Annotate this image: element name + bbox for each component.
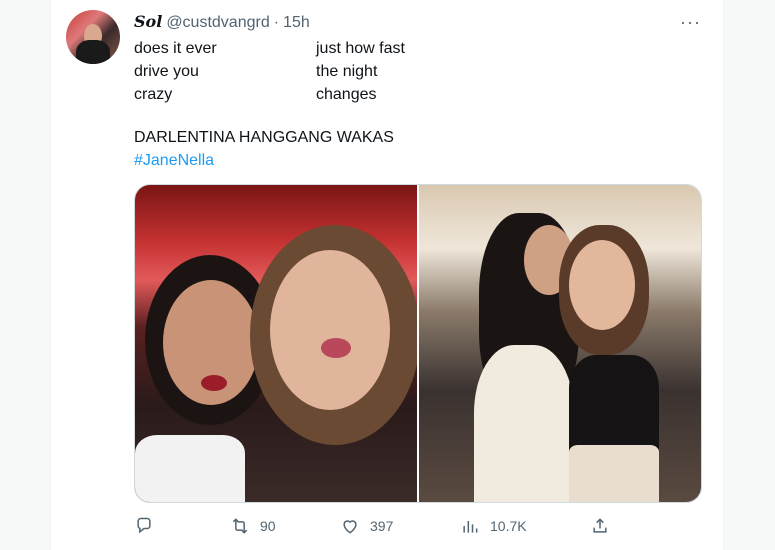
action-bar: 90 397 10.7K — [134, 516, 702, 544]
avatar-hair — [76, 40, 110, 64]
photo-face-shape — [270, 250, 390, 410]
tweet-text-left-column: does it ever drive you crazy — [134, 37, 217, 106]
hashtag-link[interactable]: #JaneNella — [134, 149, 394, 172]
like-button[interactable]: 397 — [340, 516, 393, 536]
reply-button[interactable] — [134, 516, 164, 536]
reply-icon — [137, 517, 151, 534]
tweet-text-line: does it ever — [134, 40, 217, 57]
tweet-text-line: drive you — [134, 63, 199, 80]
avatar[interactable] — [66, 10, 120, 64]
media-grid — [134, 184, 702, 503]
retweet-button[interactable]: 90 — [230, 516, 276, 536]
photo-left[interactable] — [135, 185, 417, 502]
tweet-time[interactable]: 15h — [283, 14, 310, 32]
heart-icon — [343, 520, 357, 534]
share-button[interactable] — [590, 516, 610, 536]
tweet-text-line: the night — [316, 63, 378, 80]
photo-lips-shape — [321, 338, 351, 358]
photo-right[interactable] — [419, 185, 701, 502]
photo-skirt-shape — [569, 445, 659, 502]
tweet-header: Sol @custdvangrd · 15h — [134, 12, 310, 32]
photo-lips-shape — [201, 375, 227, 391]
share-icon — [593, 518, 607, 533]
like-count: 397 — [370, 518, 394, 534]
views-chart-icon — [463, 521, 478, 533]
photo-face-shape — [569, 240, 635, 330]
author-name[interactable]: Sol — [134, 12, 162, 31]
views-button[interactable]: 10.7K — [460, 516, 527, 536]
photo-dress-shape — [474, 345, 574, 502]
tweet-text-line: crazy — [134, 86, 173, 103]
tweet-caption: DARLENTINA HANGGANG WAKAS #JaneNella — [134, 126, 394, 172]
author-handle[interactable]: @custdvangrd — [166, 14, 269, 32]
tweet-text-line: just how fast — [316, 40, 405, 57]
separator-dot: · — [273, 14, 280, 31]
tweet-text-line: changes — [316, 86, 377, 103]
caption-text: DARLENTINA HANGGANG WAKAS — [134, 129, 394, 146]
tweet-text-right-column: just how fast the night changes — [316, 37, 405, 106]
views-count: 10.7K — [490, 518, 527, 534]
retweet-icon — [232, 518, 248, 534]
page: Sol @custdvangrd · 15h ··· does it ever … — [0, 0, 775, 550]
more-options-icon[interactable]: ··· — [680, 12, 701, 33]
photo-clothing-shape — [135, 435, 245, 502]
retweet-count: 90 — [260, 518, 276, 534]
